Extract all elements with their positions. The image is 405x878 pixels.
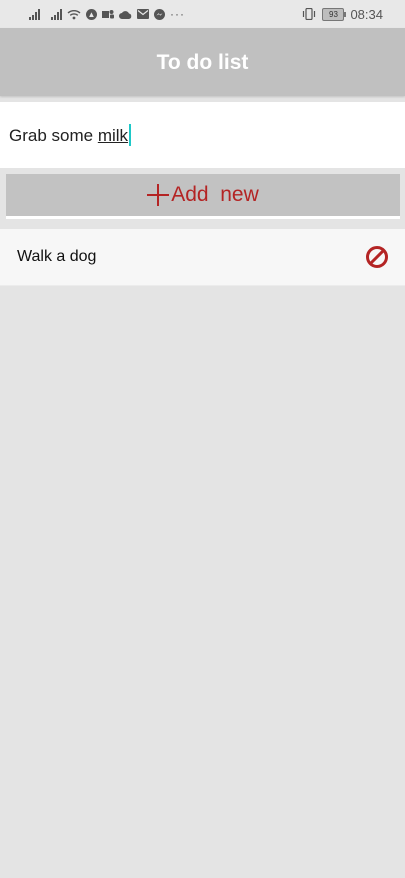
- plus-icon: [147, 184, 170, 206]
- battery-icon: 93: [322, 7, 347, 21]
- signal-icon: [51, 8, 62, 20]
- add-new-label: Add new: [171, 183, 259, 206]
- task-input-container[interactable]: Grab some milk: [0, 102, 405, 168]
- text-caret: [129, 124, 132, 146]
- status-bar: ▲ ··· 93 08:34: [0, 0, 405, 28]
- app-header: To do list: [0, 28, 405, 96]
- todo-list: Walk a dog: [0, 229, 405, 286]
- signal-icon: [29, 8, 40, 20]
- messenger-icon: [154, 8, 165, 20]
- vibrate-icon: [302, 8, 316, 20]
- status-right-icons: 93 08:34: [302, 6, 383, 22]
- more-dots-icon: ···: [170, 7, 185, 21]
- status-time: 08:34: [350, 6, 383, 22]
- delete-icon[interactable]: [365, 245, 389, 269]
- task-input-composing-word: milk: [97, 126, 129, 145]
- cloud-icon: [119, 10, 132, 19]
- todo-label: Walk a dog: [17, 248, 97, 265]
- navigation-icon: ▲: [86, 8, 97, 20]
- list-item[interactable]: Walk a dog: [0, 229, 405, 286]
- add-new-button[interactable]: Add new: [6, 174, 400, 219]
- status-left-icons: ▲ ···: [29, 7, 185, 21]
- task-input-text: Grab some: [9, 126, 98, 145]
- task-input[interactable]: Grab some milk: [9, 124, 132, 146]
- page-title: To do list: [156, 51, 249, 74]
- mail-icon: [137, 9, 149, 19]
- teams-icon: [102, 9, 114, 20]
- wifi-icon: [67, 9, 81, 20]
